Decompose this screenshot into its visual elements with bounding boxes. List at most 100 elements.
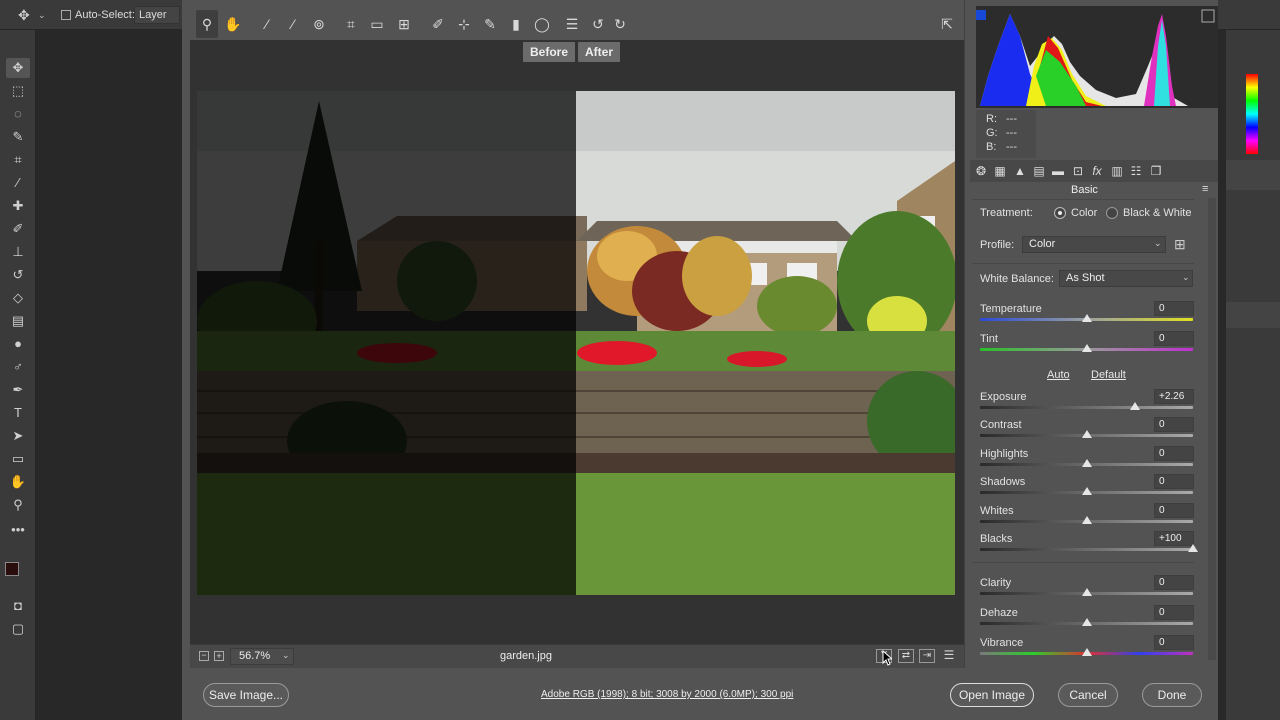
slider-thumb-shadows[interactable] [1081, 487, 1092, 495]
default-link[interactable]: Default [1091, 369, 1126, 381]
transform-icon[interactable]: ⊞ [393, 10, 415, 38]
hand-icon[interactable]: ✋ [222, 10, 244, 38]
rotate-left-icon[interactable]: ↺ [587, 10, 609, 38]
calibration-tab-icon[interactable]: ▥ [1109, 162, 1125, 180]
basic-tab-icon[interactable]: ❂ [973, 162, 989, 180]
straighten-icon[interactable]: ▭ [366, 10, 388, 38]
profile-browser-icon[interactable]: ⊞ [1174, 236, 1186, 253]
rectangle-icon[interactable]: ▭ [6, 449, 30, 469]
more-icon[interactable]: ••• [6, 520, 30, 540]
pen-icon[interactable]: ✒ [6, 380, 30, 400]
slider-value-tint[interactable]: 0 [1154, 331, 1194, 346]
workflow-options-link[interactable]: Adobe RGB (1998); 8 bit; 3008 by 2000 (6… [541, 689, 793, 700]
marquee-icon[interactable]: ⬚ [6, 81, 30, 101]
cancel-button[interactable]: Cancel [1058, 683, 1118, 707]
zoom-in-icon[interactable]: + [214, 651, 224, 661]
foreground-color-swatch[interactable] [5, 562, 19, 576]
autoselect-checkbox[interactable] [61, 10, 71, 20]
eraser-icon[interactable]: ◇ [6, 288, 30, 308]
white-balance-select[interactable]: As Shot [1059, 270, 1193, 287]
treatment-color-radio[interactable] [1054, 207, 1066, 219]
hsl-tab-icon[interactable]: ▤ [1031, 162, 1047, 180]
gradient-icon[interactable]: ▤ [6, 311, 30, 331]
done-button[interactable]: Done [1142, 683, 1202, 707]
slider-thumb-whites[interactable] [1081, 516, 1092, 524]
panel-scrollbar[interactable] [1208, 198, 1216, 660]
slider-thumb-vibrance[interactable] [1081, 648, 1092, 656]
profile-select[interactable]: Color [1022, 236, 1166, 253]
tone-curve-tab-icon[interactable]: ▦ [992, 162, 1008, 180]
lens-tab-icon[interactable]: ⊡ [1070, 162, 1086, 180]
slider-value-highlights[interactable]: 0 [1154, 446, 1194, 461]
zoom-out-icon[interactable]: − [199, 651, 209, 661]
slider-thumb-blacks[interactable] [1188, 544, 1198, 552]
open-image-button[interactable]: Open Image [950, 683, 1034, 707]
presets-icon[interactable]: ☰ [561, 10, 583, 38]
lasso-icon[interactable]: ◌ [6, 104, 30, 124]
after-button[interactable]: After [578, 42, 621, 62]
color-spectrum[interactable] [1246, 74, 1258, 154]
presets-tab-icon[interactable]: ☷ [1128, 162, 1144, 180]
fullscreen-icon[interactable]: ⇱ [936, 10, 958, 38]
slider-thumb-exposure[interactable] [1129, 402, 1140, 410]
before-button[interactable]: Before [523, 42, 576, 62]
save-image-button[interactable]: Save Image... [203, 683, 289, 707]
history-brush-icon[interactable]: ↺ [6, 265, 30, 285]
slider-thumb-clarity[interactable] [1081, 588, 1092, 596]
snapshots-tab-icon[interactable]: ❐ [1148, 162, 1164, 180]
rotate-right-icon[interactable]: ↻ [609, 10, 631, 38]
detail-tab-icon[interactable]: ▲ [1012, 162, 1028, 180]
brush-icon[interactable]: ✐ [6, 219, 30, 239]
hand-icon[interactable]: ✋ [6, 472, 30, 492]
layer-select[interactable]: Layer [134, 6, 180, 24]
treatment-bw-radio[interactable] [1106, 207, 1118, 219]
screen-mode-icon[interactable]: ▢ [6, 619, 30, 639]
stamp-icon[interactable]: ⊥ [6, 242, 30, 262]
slider-thumb-highlights[interactable] [1081, 459, 1092, 467]
move-icon[interactable]: ✥ [18, 7, 30, 24]
slider-thumb-tint[interactable] [1081, 344, 1092, 352]
eyedropper-icon[interactable]: ⁄ [6, 173, 30, 193]
red-eye-icon[interactable]: ⊹ [453, 10, 475, 38]
blur-icon[interactable]: ● [6, 334, 30, 354]
white-balance-icon[interactable]: ⁄ [256, 10, 278, 38]
healing-icon[interactable]: ✚ [6, 196, 30, 216]
chevron-down-icon[interactable]: ⌄ [38, 10, 46, 21]
slider-value-dehaze[interactable]: 0 [1154, 605, 1194, 620]
panel-menu-icon[interactable]: ≡ [1202, 183, 1208, 195]
slider-value-shadows[interactable]: 0 [1154, 474, 1194, 489]
slider-value-vibrance[interactable]: 0 [1154, 635, 1194, 650]
slider-thumb-contrast[interactable] [1081, 430, 1092, 438]
auto-link[interactable]: Auto [1047, 369, 1070, 381]
slider-track-exposure[interactable] [980, 406, 1193, 409]
slider-value-whites[interactable]: 0 [1154, 503, 1194, 518]
slider-value-exposure[interactable]: +2.26 [1154, 389, 1194, 404]
split-toning-tab-icon[interactable]: ▬ [1050, 162, 1066, 180]
effects-tab-icon[interactable]: fx [1089, 162, 1105, 180]
path-select-icon[interactable]: ➤ [6, 426, 30, 446]
slider-thumb-temperature[interactable] [1081, 314, 1092, 322]
move-tool-icon[interactable]: ✥ [6, 58, 30, 78]
targeted-adjust-icon[interactable]: ⊚ [308, 10, 330, 38]
graduated-filter-icon[interactable]: ▮ [505, 10, 527, 38]
adjustment-brush-icon[interactable]: ✎ [479, 10, 501, 38]
slider-value-temperature[interactable]: 0 [1154, 301, 1194, 316]
crop-icon[interactable]: ⌗ [340, 10, 362, 38]
type-icon[interactable]: T [6, 403, 30, 423]
slider-value-contrast[interactable]: 0 [1154, 417, 1194, 432]
crop-icon[interactable]: ⌗ [6, 150, 30, 170]
radial-filter-icon[interactable]: ◯ [531, 10, 553, 38]
quick-select-icon[interactable]: ✎ [6, 127, 30, 147]
slider-thumb-dehaze[interactable] [1081, 618, 1092, 626]
color-sampler-icon[interactable]: ⁄ [282, 10, 304, 38]
slider-track-blacks[interactable] [980, 548, 1193, 551]
swap-settings-icon[interactable]: ⇄ [898, 649, 914, 663]
quick-mask-icon[interactable]: ◘ [6, 596, 30, 616]
zoom-icon[interactable]: ⚲ [6, 495, 30, 515]
copy-settings-icon[interactable]: ⇥ [919, 649, 935, 663]
dodge-icon[interactable]: ♂ [6, 357, 30, 377]
slider-value-clarity[interactable]: 0 [1154, 575, 1194, 590]
photo-preview[interactable] [197, 91, 955, 595]
spot-removal-icon[interactable]: ✐ [427, 10, 449, 38]
preview-settings-icon[interactable]: ☰ [941, 649, 957, 663]
